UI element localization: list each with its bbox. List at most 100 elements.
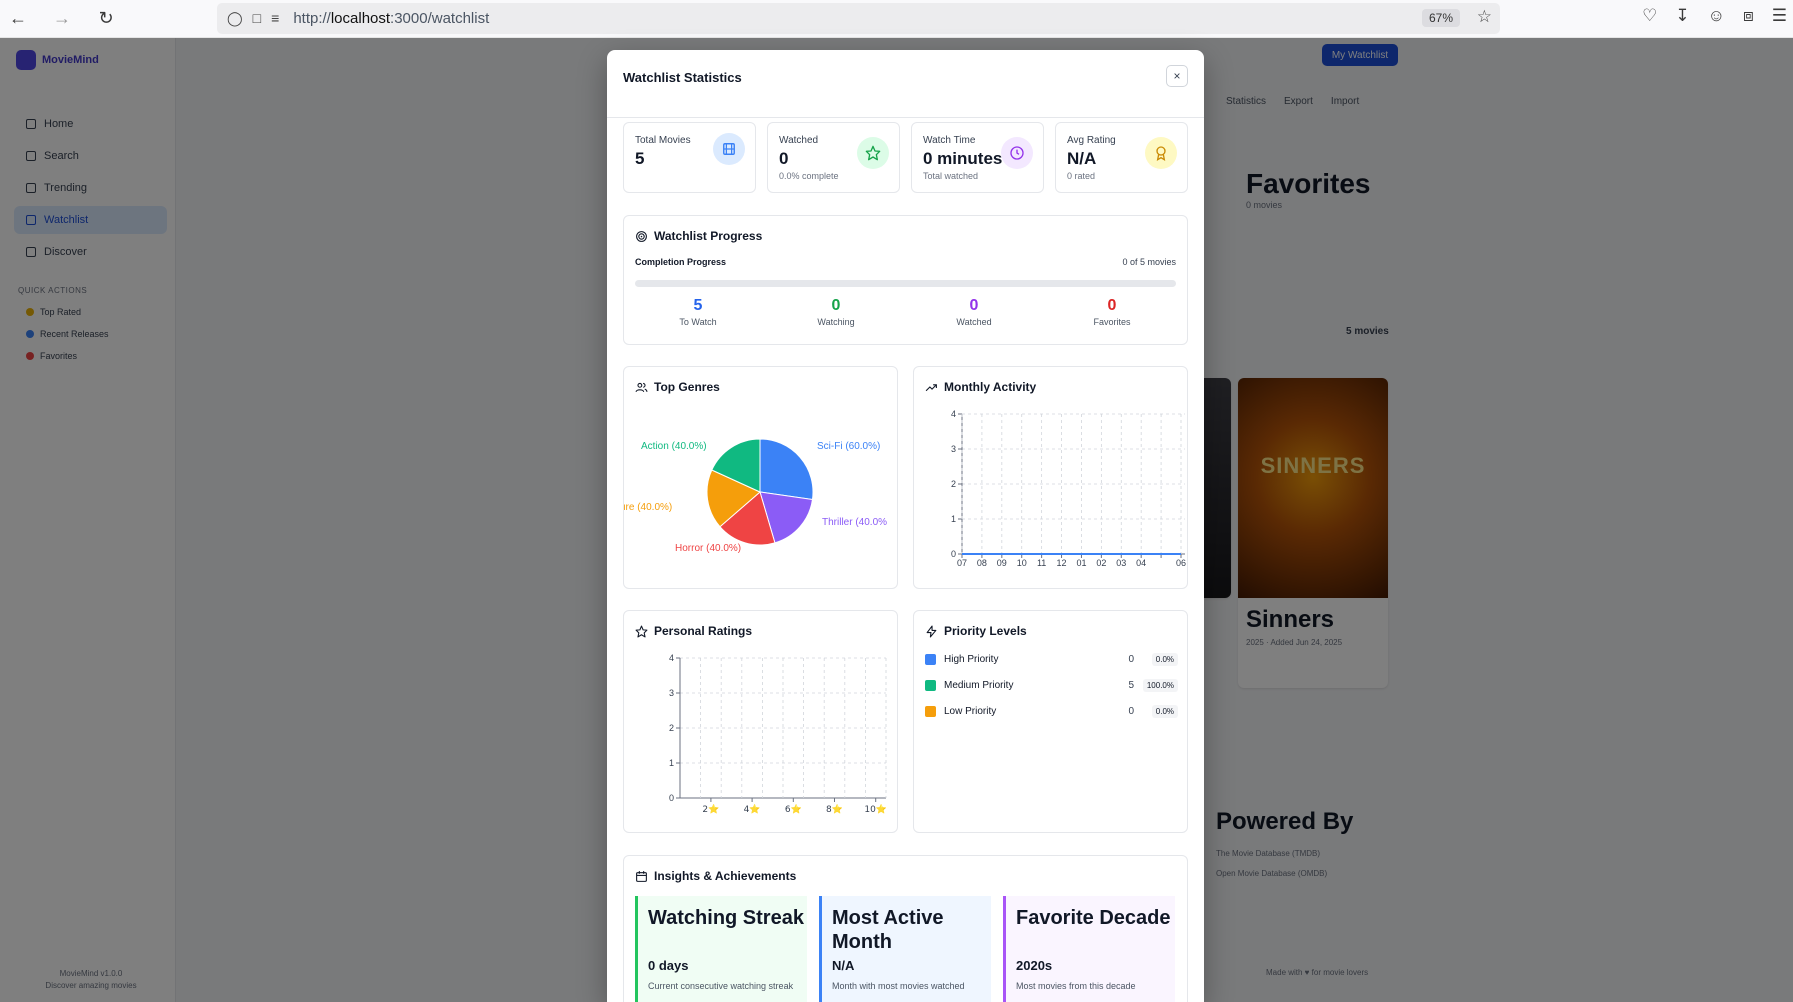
forward-icon[interactable]: →: [48, 5, 76, 33]
insight-favorite-decade: Favorite Decade 2020s Most movies from t…: [1003, 896, 1175, 1002]
priority-row-medium: Medium Priority 5 100.0%: [925, 676, 1178, 694]
stat-label: Watched: [779, 135, 819, 146]
stat-label: Watch Time: [923, 135, 976, 146]
x-tick-label: 10: [1017, 558, 1027, 568]
pie-slice: [759, 438, 814, 501]
pie-label: Action (40.0%): [641, 441, 707, 452]
stat-card-avg-rating: Avg Rating N/A 0 rated: [1055, 122, 1188, 193]
stat-sub: 0 rated: [1067, 171, 1096, 181]
insights-panel: Insights & Achievements Watching Streak …: [623, 855, 1188, 1002]
stat-value: N/A: [1067, 149, 1097, 168]
priority-percent: 100.0%: [1142, 678, 1178, 692]
x-tick-label: 03: [1116, 558, 1126, 568]
target-icon: [636, 230, 647, 242]
priority-count: 0: [1128, 705, 1134, 717]
x-tick-label: 02: [1096, 558, 1106, 568]
priority-swatch: [925, 679, 936, 691]
insight-description: Most movies from this decade: [1016, 981, 1136, 991]
close-button[interactable]: ×: [1166, 65, 1188, 87]
insight-description: Current consecutive watching streak: [648, 981, 794, 991]
insight-heading: Most Active Month: [832, 907, 944, 953]
personal-ratings-panel: Personal Ratings 0 1 2 3 4 2⭐ 4⭐ 6⭐ 8⭐ 10⭐: [623, 610, 898, 833]
y-tick-label: 4: [669, 653, 674, 663]
priority-count: 5: [1128, 679, 1134, 691]
reload-icon[interactable]: ↻: [92, 5, 120, 33]
x-tick-label: 2⭐: [702, 803, 719, 815]
stat-number: 0: [831, 297, 841, 314]
priority-percent: 0.0%: [1151, 652, 1178, 666]
clock-icon: [1001, 137, 1033, 169]
url-text[interactable]: http://localhost:3000/watchlist: [293, 10, 489, 27]
insights-title-text: Insights & Achievements: [654, 869, 797, 883]
completion-count: 0 of 5 movies: [1122, 257, 1176, 267]
downloads-icon[interactable]: ↧: [1675, 6, 1689, 26]
insight-heading: Favorite Decade: [1016, 907, 1171, 929]
progress-stat-watching: 0 Watching: [771, 297, 901, 327]
priority-row-low: Low Priority 0 0.0%: [925, 702, 1178, 720]
x-tick-label: 06: [1176, 558, 1186, 568]
extensions-icon[interactable]: ⧈: [1743, 6, 1754, 26]
stat-value: 0: [779, 149, 789, 168]
account-icon[interactable]: ☺: [1708, 6, 1725, 26]
priority-levels-panel: Priority Levels High Priority 0 0.0% Med…: [913, 610, 1188, 833]
x-tick-label: 12: [1057, 558, 1067, 568]
progress-title-text: Watchlist Progress: [654, 229, 763, 243]
insight-heading: Watching Streak: [648, 907, 804, 929]
priority-row-high: High Priority 0 0.0%: [925, 650, 1178, 668]
y-tick-label: 4: [951, 409, 956, 419]
insight-value: 0 days: [648, 958, 689, 973]
ratings-bar-chart: 0 1 2 3 4 2⭐ 4⭐ 6⭐ 8⭐ 10⭐: [669, 653, 887, 815]
stat-label: Total Movies: [635, 135, 691, 146]
star-icon: [857, 137, 889, 169]
back-icon[interactable]: ←: [4, 5, 32, 33]
y-tick-label: 3: [951, 444, 956, 454]
menu-icon[interactable]: ☰: [1772, 6, 1787, 26]
insight-value: N/A: [832, 958, 855, 973]
statistics-modal: Watchlist Statistics × Total Movies 5 Wa…: [607, 50, 1204, 1002]
bookmark-star-icon[interactable]: ☆: [1477, 7, 1492, 27]
modal-header: Watchlist Statistics ×: [607, 50, 1204, 118]
monthly-line-chart: 0123407 08 09 10 11 12 01 02 03 04 06: [951, 409, 1186, 568]
pocket-icon[interactable]: ♡: [1642, 6, 1657, 26]
browser-toolbar: ← → ↻ ◯ □ ≡ http://localhost:3000/watchl…: [0, 0, 1793, 38]
stat-label: Avg Rating: [1067, 135, 1116, 146]
calendar-icon: [636, 870, 647, 882]
award-icon: [1145, 137, 1177, 169]
x-tick-label: 4⭐: [744, 803, 761, 815]
stat-sub: Total watched: [923, 171, 979, 181]
priority-count: 0: [1128, 653, 1134, 665]
zoom-indicator[interactable]: 67%: [1421, 9, 1460, 27]
pie-label: Thriller (40.0%: [822, 517, 887, 528]
x-tick-label: 09: [997, 558, 1007, 568]
stat-caption: To Watch: [679, 317, 717, 327]
x-tick-label: 10⭐: [864, 803, 887, 815]
stat-caption: Watched: [956, 317, 992, 327]
progress-stat-to-watch: 5 To Watch: [633, 297, 763, 327]
address-bar[interactable]: ◯ □ ≡ http://localhost:3000/watchlist 67…: [217, 3, 1500, 34]
stat-number: 0: [1107, 297, 1117, 314]
x-tick-label: 01: [1076, 558, 1086, 568]
progress-stat-watched: 0 Watched: [909, 297, 1039, 327]
priority-levels-title: Priority Levels: [925, 624, 1027, 638]
pie-label: Sci-Fi (60.0%): [817, 441, 880, 452]
progress-title: Watchlist Progress: [635, 229, 762, 243]
shield-icon[interactable]: ◯: [227, 10, 243, 27]
y-tick-label: 2: [951, 479, 956, 489]
pie-label: ure (40.0%): [624, 502, 672, 513]
modal-title: Watchlist Statistics: [623, 70, 742, 85]
insight-value: 2020s: [1016, 958, 1053, 973]
y-tick-label: 0: [951, 549, 956, 559]
monthly-activity-panel: Monthly Activity 0 1 2 3 4 07 08 09 10 11 12 01 02 03…: [913, 366, 1188, 589]
x-tick-label: 04: [1136, 558, 1146, 568]
permissions-icon[interactable]: ≡: [271, 10, 279, 27]
stat-caption: Favorites: [1093, 317, 1131, 327]
x-tick-label: 07: [957, 558, 967, 568]
stat-card-total-movies: Total Movies 5: [623, 122, 756, 193]
stat-number: 5: [693, 297, 703, 314]
stat-value: 0 minutes: [923, 149, 1003, 168]
stat-value: 5: [635, 149, 645, 168]
progress-panel: Watchlist Progress Completion Progress 0…: [623, 215, 1188, 345]
y-tick-label: 2: [669, 723, 674, 733]
priority-levels-title-text: Priority Levels: [944, 624, 1027, 638]
top-genres-panel: Top Genres Sci-Fi (60.0%) Thriller (40.0%…: [623, 366, 898, 589]
